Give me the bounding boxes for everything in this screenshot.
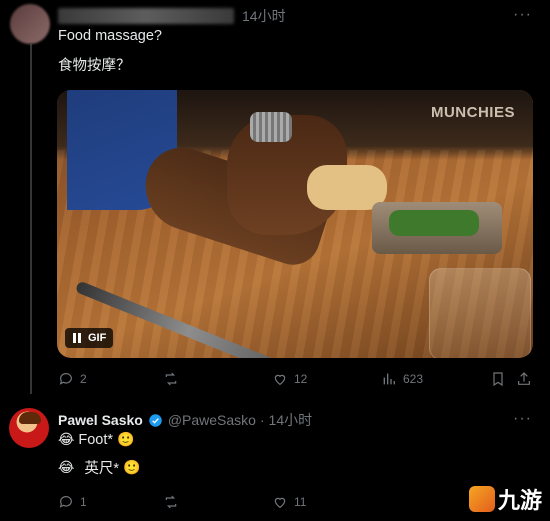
herbs — [389, 210, 479, 236]
bookmark-button[interactable] — [490, 371, 506, 387]
glass — [429, 268, 531, 358]
thread-line — [30, 44, 32, 394]
reply-like-button[interactable]: 11 — [272, 494, 306, 510]
logo-mark-icon — [468, 486, 495, 512]
more-icon[interactable]: ··· — [513, 6, 532, 24]
share-button[interactable] — [516, 371, 532, 387]
laugh-emoji-icon: 😂 — [58, 431, 75, 447]
heart-icon — [274, 497, 286, 509]
bookmark-icon — [493, 372, 503, 387]
view-count: 623 — [403, 372, 424, 386]
reply-icon — [59, 496, 72, 508]
reply-text-1: Foot* — [78, 431, 114, 448]
reply-count: 2 — [80, 372, 87, 386]
like-button[interactable]: 12 — [272, 371, 307, 387]
views-icon — [383, 373, 395, 385]
site-logo: 九游 — [468, 483, 542, 515]
pause-icon — [73, 333, 81, 343]
reply-reply-count: 1 — [80, 495, 87, 509]
post-text-line-1: Food massage? — [58, 28, 162, 44]
laugh-emoji-icon: 😂 — [58, 459, 75, 475]
smile-emoji-icon: 🙂 — [117, 431, 135, 447]
reply-icon — [59, 373, 72, 385]
media-watermark: MUNCHIES — [430, 104, 515, 121]
reply-reply-button[interactable]: 1 — [58, 494, 87, 510]
verified-badge-icon — [149, 413, 162, 427]
logo-text: 九游 — [497, 488, 542, 513]
reply-handle[interactable]: @PaweSasko — [168, 412, 256, 428]
post-header: 14小时 — [58, 7, 286, 25]
reply-button[interactable]: 2 — [58, 371, 87, 387]
repost-icon — [165, 495, 177, 509]
gif-label: GIF — [88, 332, 107, 344]
post-actions: 2 12 623 — [58, 371, 530, 391]
avatar[interactable] — [10, 4, 50, 44]
smile-emoji-icon: 🙂 — [123, 459, 141, 475]
share-icon — [518, 372, 530, 385]
wristwatch — [250, 112, 292, 142]
views-button[interactable]: 623 — [381, 371, 423, 387]
reply-more-icon[interactable]: ··· — [513, 410, 532, 428]
reply-time[interactable]: · 14小时 — [260, 410, 312, 430]
reply-avatar[interactable] — [9, 408, 49, 448]
repost-icon — [165, 372, 177, 386]
blurred-author-name[interactable] — [58, 8, 234, 24]
reply-text-line-2: 😂 英尺* 🙂 — [58, 457, 140, 478]
repost-button[interactable] — [163, 371, 179, 387]
heart-icon — [274, 374, 286, 386]
post-text-line-2: 食物按摩？ — [58, 58, 131, 74]
post-time[interactable]: 14小时 — [242, 6, 286, 26]
reply-text-line-1: 😂 Foot* 🙂 — [58, 431, 134, 448]
reply-actions: 1 11 — [58, 494, 528, 514]
gif-pause-button[interactable]: GIF — [65, 328, 114, 348]
like-count: 12 — [294, 372, 308, 386]
reply-like-count: 11 — [294, 495, 307, 509]
reply-header: Pawel Sasko @PaweSasko · 14小时 — [58, 410, 312, 430]
reply-author-name[interactable]: Pawel Sasko — [58, 412, 143, 428]
reply-repost-button[interactable] — [163, 494, 179, 510]
post-media-gif[interactable]: MUNCHIES GIF — [57, 90, 533, 358]
avatar-hair — [19, 412, 41, 424]
reply-text-2: 英尺* — [84, 461, 120, 477]
